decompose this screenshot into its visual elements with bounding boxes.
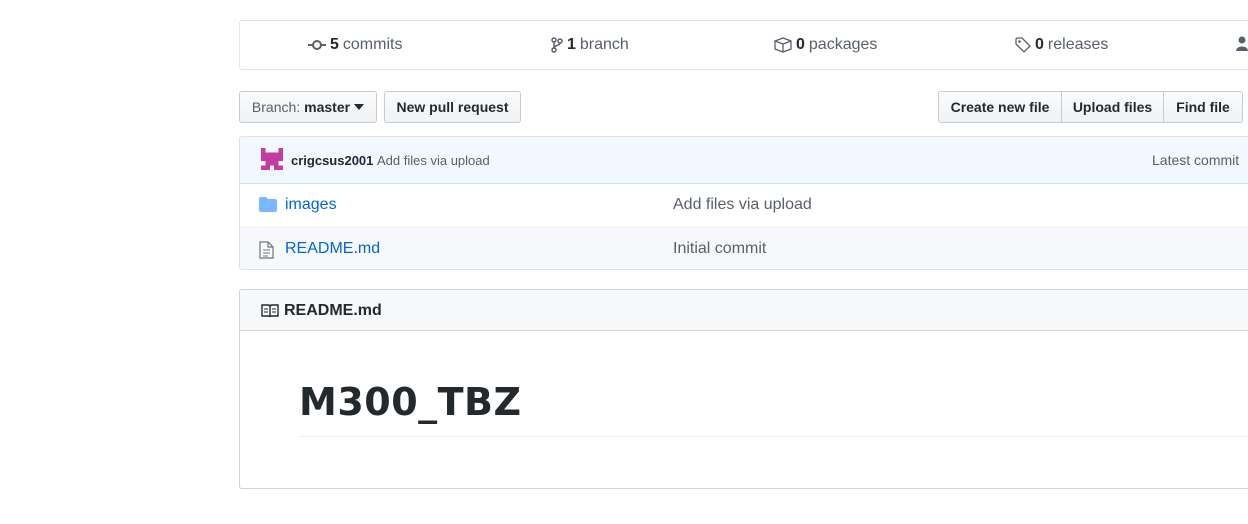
- releases-label: releases: [1047, 36, 1109, 53]
- file-commit-message[interactable]: Initial commit: [673, 240, 766, 258]
- numbers-summary: 5 commits 1 branch 0 packages 0 releases: [239, 20, 1248, 70]
- book-icon: [261, 304, 279, 318]
- file-commit-message[interactable]: Add files via upload: [673, 196, 812, 214]
- caret-down-icon: [354, 104, 365, 110]
- commits-count: 5: [330, 36, 339, 53]
- branch-icon: [551, 37, 563, 53]
- commits-link[interactable]: 5 commits: [308, 36, 402, 54]
- commits-label: commits: [342, 36, 403, 53]
- file-row: images Add files via upload: [240, 184, 1248, 227]
- contributors-icon[interactable]: [1236, 36, 1248, 57]
- branches-label: branch: [579, 36, 629, 53]
- readme-heading: M300_TBZ: [299, 380, 1248, 437]
- readme-header: README.md: [240, 290, 1248, 331]
- upload-files-button[interactable]: Upload files: [1061, 91, 1164, 123]
- readme-panel: README.md M300_TBZ: [239, 289, 1248, 489]
- folder-icon: [259, 197, 277, 212]
- releases-count: 0: [1035, 36, 1044, 53]
- file-actions-group: Create new file Upload files Find file: [938, 91, 1243, 123]
- branch-select-button[interactable]: Branch: master: [239, 91, 377, 123]
- create-new-file-button[interactable]: Create new file: [938, 91, 1062, 123]
- branch-prefix: Branch:: [251, 99, 301, 115]
- branch-name: master: [304, 99, 351, 115]
- branches-link[interactable]: 1 branch: [551, 36, 629, 54]
- avatar[interactable]: [261, 148, 283, 170]
- file-name-link[interactable]: README.md: [285, 240, 380, 258]
- commit-message[interactable]: Add files via upload: [377, 153, 490, 168]
- packages-label: packages: [808, 36, 878, 53]
- releases-link[interactable]: 0 releases: [1015, 36, 1108, 54]
- file-icon: [259, 241, 274, 259]
- commit-author[interactable]: crigcsus2001: [291, 153, 373, 168]
- file-navigation: crigcsus2001 Add files via upload Latest…: [239, 136, 1248, 270]
- tag-icon: [1015, 37, 1031, 53]
- file-name-link[interactable]: images: [285, 196, 337, 214]
- branches-count: 1: [567, 36, 576, 53]
- latest-commit-label: Latest commit: [1152, 152, 1240, 168]
- packages-count: 0: [796, 36, 805, 53]
- file-row: README.md Initial commit: [240, 227, 1248, 269]
- readme-filename: README.md: [284, 302, 382, 319]
- commit-icon: [308, 40, 326, 50]
- find-file-button[interactable]: Find file: [1163, 91, 1243, 123]
- packages-link[interactable]: 0 packages: [774, 36, 877, 54]
- new-pull-request-button[interactable]: New pull request: [384, 91, 521, 123]
- package-icon: [774, 37, 792, 53]
- latest-commit-bar: crigcsus2001 Add files via upload Latest…: [240, 137, 1248, 184]
